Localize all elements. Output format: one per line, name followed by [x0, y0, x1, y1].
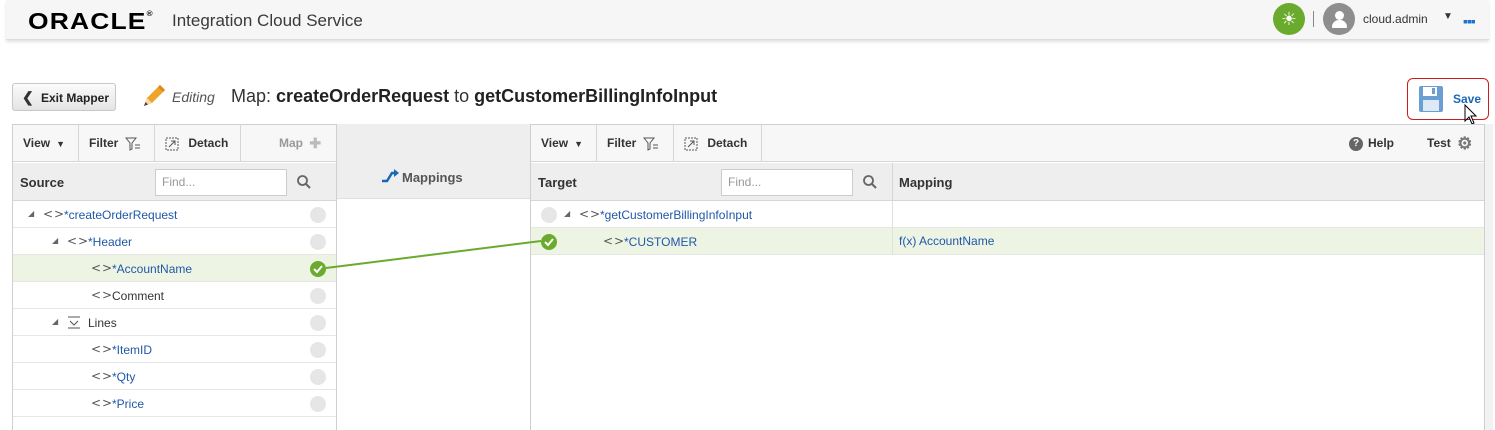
top-bar: ORACLE® Integration Cloud Service — [6, 0, 1489, 40]
element-icon: <> — [91, 396, 114, 410]
target-find-input[interactable]: Find... — [721, 169, 853, 196]
element-icon: <> — [91, 369, 114, 383]
expand-triangle-icon: ◢ — [28, 209, 35, 218]
mappings-panel[interactable]: Mappings — [337, 124, 530, 198]
source-panel: View ▼ Filter Detach Map ✚ Source Find...… — [12, 124, 337, 430]
element-icon: <> — [43, 207, 66, 221]
avatar[interactable] — [1323, 3, 1355, 35]
source-map-button[interactable]: Map ✚ — [269, 125, 336, 162]
tree-row[interactable]: ◢ <> *Header — [13, 228, 336, 255]
element-icon: <> — [603, 234, 626, 248]
element-icon: <> — [579, 207, 602, 221]
mapping-cell[interactable]: f(x) AccountName — [892, 228, 994, 255]
map-status-dot — [310, 342, 326, 358]
editing-label: Editing — [172, 89, 215, 105]
map-status-dot — [310, 396, 326, 412]
map-status-dot — [310, 207, 326, 223]
oracle-logo: ORACLE® — [28, 8, 154, 34]
repeating-element-icon — [68, 316, 80, 329]
target-filter-button[interactable]: Filter — [597, 125, 674, 162]
floppy-disk-icon — [1419, 86, 1443, 112]
exit-mapper-button[interactable]: ❮ Exit Mapper — [12, 83, 116, 111]
mouse-cursor-icon — [1464, 104, 1477, 125]
source-toolbar: View ▼ Filter Detach Map ✚ — [13, 125, 336, 162]
target-panel: View ▼ Filter Detach ? Help Test ⚙ Target … — [530, 124, 1485, 430]
tree-row[interactable]: <> *Qty — [13, 363, 336, 390]
app-title: Integration Cloud Service — [172, 11, 363, 30]
dots-icon[interactable]: ▪▪▪ — [1463, 13, 1476, 29]
expand-triangle-icon: ◢ — [564, 209, 571, 218]
gear-icon: ⚙ — [1457, 134, 1473, 154]
mapping-cell — [892, 201, 899, 228]
target-detach-button[interactable]: Detach — [674, 125, 762, 162]
element-icon: <> — [67, 234, 90, 248]
header-divider — [1313, 11, 1314, 27]
tree-row[interactable]: <> *AccountName — [13, 255, 336, 282]
expand-triangle-icon: ◢ — [52, 317, 59, 326]
detach-icon — [684, 137, 698, 151]
target-column-header: Target Find... Mapping — [531, 163, 1484, 201]
divider — [337, 198, 530, 199]
map-status-dot — [310, 369, 326, 385]
search-icon[interactable] — [296, 174, 312, 190]
search-icon[interactable] — [862, 174, 878, 190]
help-icon: ? — [1349, 136, 1363, 151]
source-find-input[interactable]: Find... — [155, 169, 287, 196]
tree-row[interactable]: ◢ Lines — [13, 309, 336, 336]
element-icon: <> — [91, 288, 114, 302]
filter-icon — [124, 137, 140, 151]
scrollbar[interactable] — [1485, 124, 1493, 430]
sun-icon[interactable]: ☀ — [1273, 3, 1305, 35]
caret-down-icon[interactable]: ▼ — [1443, 11, 1453, 22]
tree-row[interactable]: ◢ <> *getCustomerBillingInfoInput — [531, 201, 1484, 228]
element-icon: <> — [91, 342, 114, 356]
mapping-column-header: Mapping — [892, 163, 1484, 201]
source-detach-button[interactable]: Detach — [155, 125, 241, 162]
mapped-check-icon — [541, 234, 557, 250]
map-plus-icon: ✚ — [309, 135, 322, 152]
map-status-dot — [541, 207, 557, 223]
map-status-dot — [310, 315, 326, 331]
test-button[interactable]: Test ⚙ — [1417, 125, 1483, 162]
filter-icon — [642, 137, 658, 151]
chevron-left-icon: ❮ — [22, 89, 34, 105]
tree-row[interactable]: <> *Price — [13, 390, 336, 417]
target-view-button[interactable]: View ▼ — [531, 125, 597, 162]
mapped-check-icon — [310, 261, 326, 277]
source-view-button[interactable]: View ▼ — [13, 125, 79, 162]
element-icon: <> — [91, 261, 114, 275]
tree-row[interactable]: <> *CUSTOMER f(x) AccountName — [531, 228, 1484, 255]
caret-down-icon: ▼ — [574, 139, 584, 149]
user-name[interactable]: cloud.admin — [1363, 12, 1428, 26]
detach-icon — [165, 137, 179, 151]
tree-row[interactable]: <> Comment — [13, 282, 336, 309]
page-title: Map: createOrderRequest to getCustomerBi… — [231, 86, 718, 106]
map-status-dot — [310, 234, 326, 250]
caret-down-icon: ▼ — [56, 139, 66, 149]
source-column-header: Source Find... — [13, 163, 336, 201]
tree-row[interactable]: ◢ <> *createOrderRequest — [13, 201, 336, 228]
mappings-icon — [382, 169, 399, 183]
expand-triangle-icon: ◢ — [52, 236, 59, 245]
target-toolbar: View ▼ Filter Detach ? Help Test ⚙ — [531, 125, 1484, 162]
map-status-dot — [310, 288, 326, 304]
pencil-icon — [144, 85, 165, 106]
tree-row[interactable]: <> *ItemID — [13, 336, 336, 363]
source-filter-button[interactable]: Filter — [79, 125, 155, 162]
mappings-label: Mappings — [402, 170, 463, 185]
help-button[interactable]: ? Help — [1339, 125, 1409, 162]
